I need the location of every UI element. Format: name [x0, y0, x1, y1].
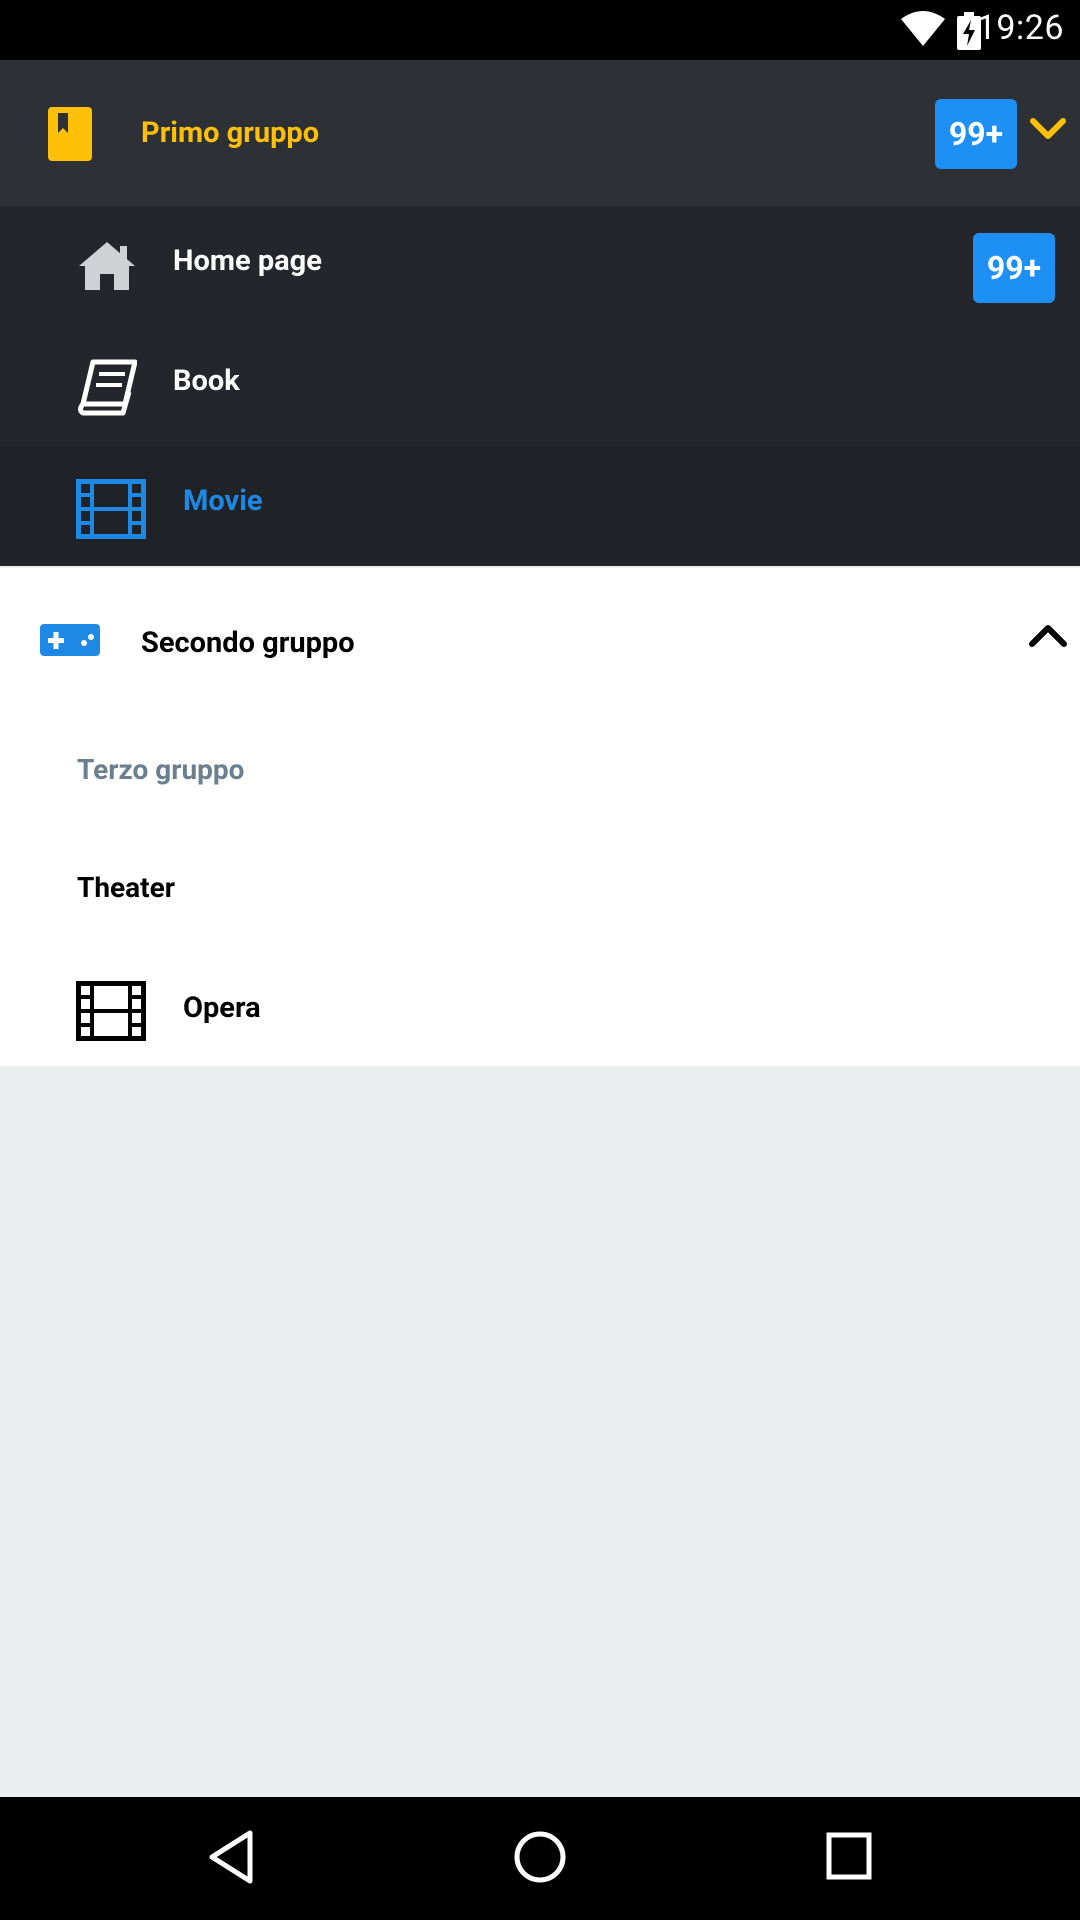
empty-area [0, 1066, 1080, 1797]
group-title: Secondo gruppo [141, 626, 355, 660]
drawer-item-theater[interactable]: Theater [77, 871, 175, 904]
home-circle-icon[interactable] [511, 1827, 569, 1887]
bookmark-icon [48, 107, 92, 161]
count-badge: 99+ [935, 99, 1017, 169]
book-icon [78, 359, 137, 416]
drawer-item-label: Movie [183, 484, 263, 518]
clock: 19:26 [976, 8, 1064, 48]
drawer-item-opera[interactable]: Opera [183, 991, 261, 1025]
subgroup-title: Terzo gruppo [77, 753, 245, 786]
home-icon [79, 242, 135, 290]
film-icon [76, 981, 146, 1041]
drawer-item-home-page[interactable]: Home page 99+ [0, 206, 1080, 326]
drawer-item-label: Book [173, 364, 240, 398]
navigation-bar [0, 1797, 1080, 1920]
drawer-item-label: Home page [173, 244, 322, 278]
recents-icon[interactable] [826, 1829, 872, 1885]
gamepad-icon [40, 624, 100, 656]
chevron-down-icon[interactable] [1030, 118, 1066, 140]
drawer-item-movie[interactable]: Movie [0, 446, 1080, 566]
group-header-primo[interactable]: Primo gruppo 99+ [0, 60, 1080, 206]
drawer-item-book[interactable]: Book [0, 326, 1080, 446]
film-icon [76, 479, 146, 539]
status-bar: 19:26 [0, 0, 1080, 60]
wifi-icon [901, 11, 945, 46]
back-icon[interactable] [206, 1827, 256, 1887]
drawer-group-secondo: Secondo gruppo Terzo gruppo Theater Oper… [0, 568, 1080, 1066]
count-badge: 99+ [973, 233, 1055, 303]
chevron-up-icon[interactable] [1028, 624, 1068, 648]
group-title: Primo gruppo [141, 116, 320, 150]
